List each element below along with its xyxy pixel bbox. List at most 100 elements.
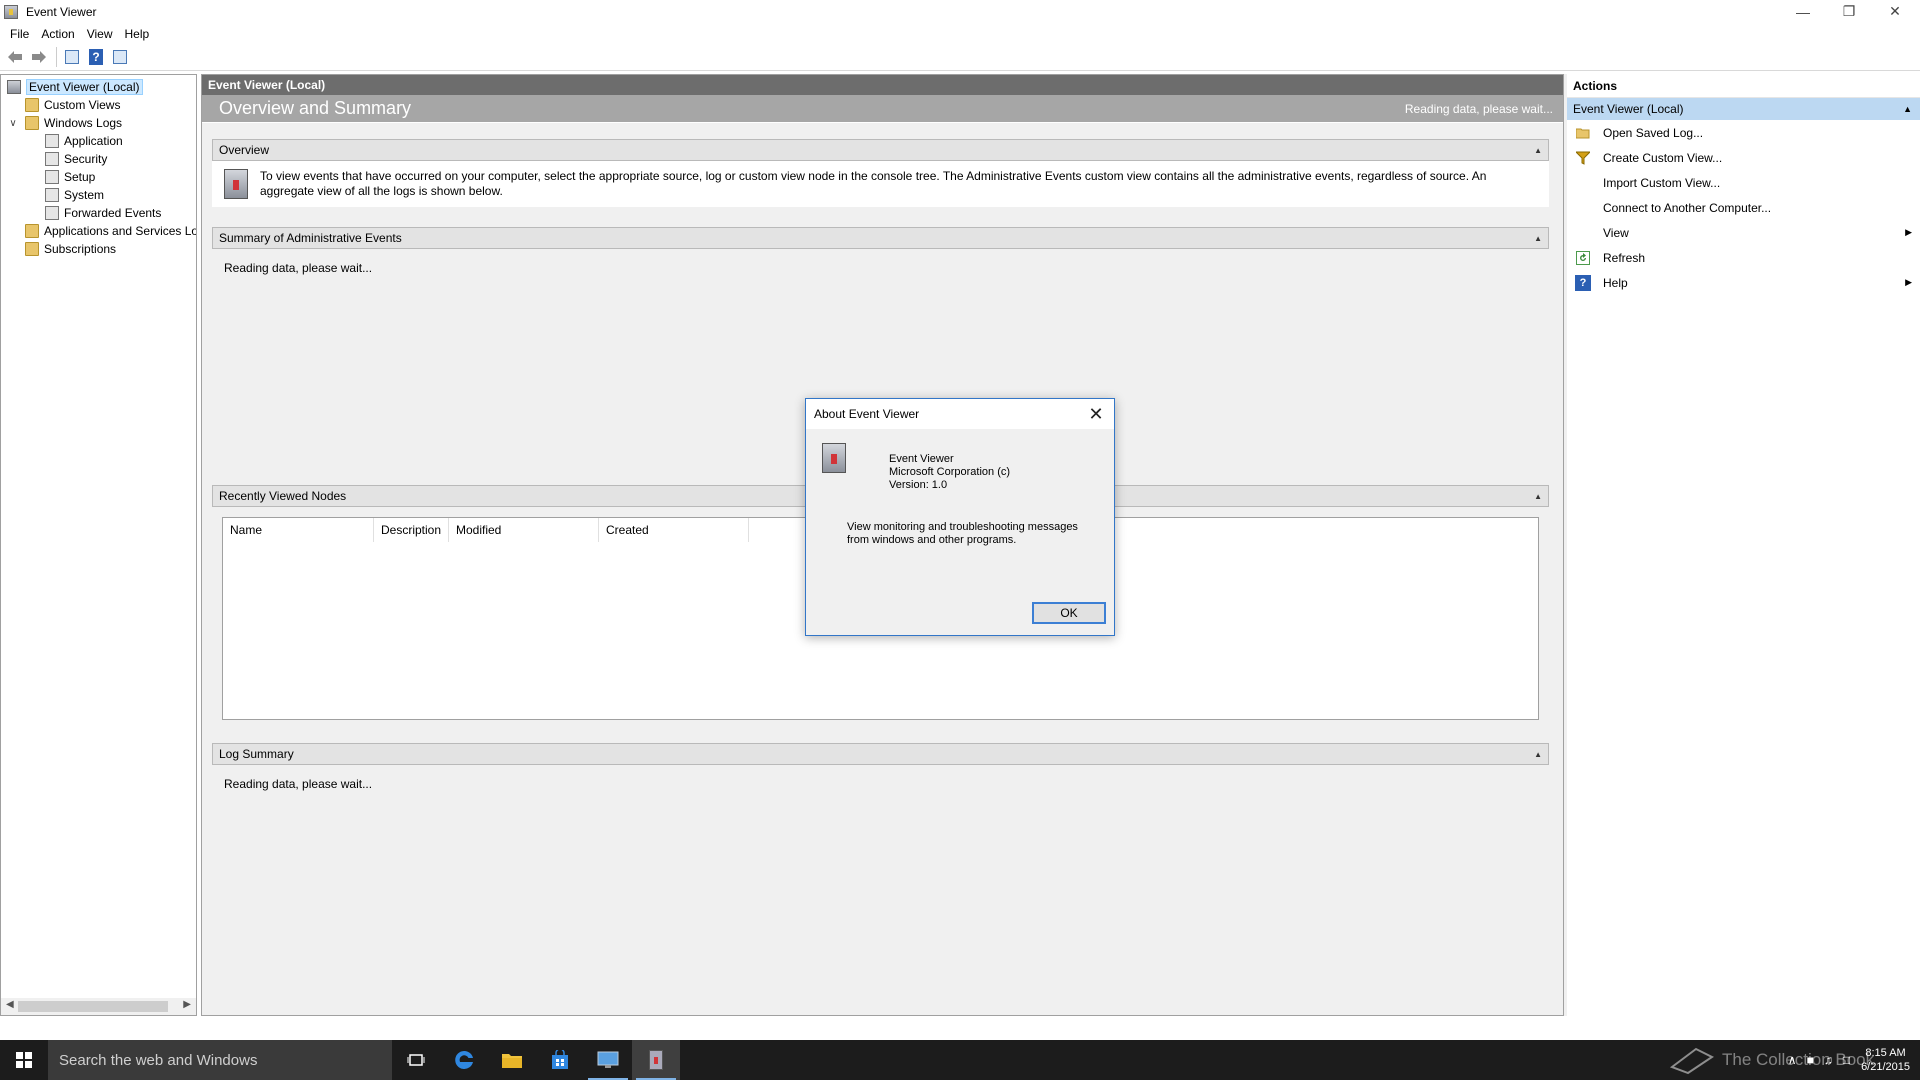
tree-item-custom-views[interactable]: Custom Views [25, 96, 120, 114]
chevron-down-icon[interactable]: ∨ [7, 118, 19, 129]
show-hide-action-pane-button[interactable] [109, 46, 131, 68]
toolbar: ? [0, 44, 1920, 71]
restore-button[interactable]: ❐ [1826, 0, 1872, 23]
action-label: View [1603, 225, 1629, 240]
action-open-saved-log[interactable]: Open Saved Log... [1567, 120, 1920, 145]
action-view[interactable]: View ▶ [1567, 220, 1920, 245]
tree-item-subscriptions[interactable]: Subscriptions [25, 240, 116, 258]
close-icon[interactable]: ✕ [1086, 404, 1106, 425]
collapse-icon[interactable]: ▲ [1534, 492, 1542, 501]
action-pane-icon [113, 50, 127, 64]
tree-item-event-viewer-local[interactable]: Event Viewer (Local) [7, 78, 143, 96]
taskbar-remote-app[interactable] [584, 1040, 632, 1080]
about-dialog: About Event Viewer ✕ Event Viewer Micros… [805, 398, 1115, 636]
menu-action[interactable]: Action [35, 27, 80, 41]
tree-item-system[interactable]: System [45, 186, 104, 204]
actions-header: Actions [1567, 74, 1920, 98]
column-name[interactable]: Name [223, 518, 374, 542]
tree-item-windows-logs[interactable]: ∨ Windows Logs [7, 114, 122, 132]
section-title: Log Summary [219, 747, 294, 761]
scroll-left-icon[interactable]: ◀ [6, 999, 14, 1010]
product-description: View monitoring and troubleshooting mess… [847, 521, 1078, 546]
dialog-title: About Event Viewer [814, 407, 920, 421]
window-title: Event Viewer [26, 4, 97, 19]
scrollbar-thumb[interactable] [18, 1001, 168, 1012]
action-refresh[interactable]: Refresh [1567, 245, 1920, 270]
show-hide-console-tree-button[interactable] [61, 46, 83, 68]
tree-item-label: System [64, 188, 105, 202]
console-tree-icon [65, 50, 79, 64]
tree-item-label: Security [64, 152, 108, 166]
taskbar-event-viewer[interactable] [632, 1040, 680, 1080]
taskbar-edge[interactable] [440, 1040, 488, 1080]
tree-item-applications-and-services-logs[interactable]: Applications and Services Lo [25, 222, 197, 240]
taskbar-store[interactable] [536, 1040, 584, 1080]
overview-summary-banner: Overview and Summary Reading data, pleas… [202, 95, 1563, 123]
refresh-icon [1575, 250, 1591, 266]
search-input[interactable]: Search the web and Windows [48, 1040, 392, 1080]
collapse-icon[interactable]: ▲ [1534, 146, 1542, 155]
folder-icon [25, 242, 39, 256]
tree-item-label: Forwarded Events [64, 206, 162, 220]
summary-section-header[interactable]: Summary of Administrative Events ▲ [212, 227, 1549, 249]
action-label: Create Custom View... [1603, 150, 1723, 165]
console-tree[interactable]: Event Viewer (Local) Custom Views ∨ Wind… [0, 74, 197, 1016]
close-button[interactable]: ✕ [1872, 0, 1918, 23]
action-connect-to-another-computer[interactable]: Connect to Another Computer... [1567, 195, 1920, 220]
tree-item-label: Event Viewer (Local) [26, 79, 143, 95]
computer-management-icon [597, 1051, 619, 1068]
submenu-arrow-icon: ▶ [1905, 277, 1912, 287]
overview-section-header[interactable]: Overview ▲ [212, 139, 1549, 161]
event-viewer-icon [4, 4, 18, 19]
action-import-custom-view[interactable]: Import Custom View... [1567, 170, 1920, 195]
start-button[interactable] [0, 1040, 48, 1080]
minimize-button[interactable]: — [1780, 0, 1826, 23]
menu-help[interactable]: Help [119, 27, 156, 41]
horizontal-scrollbar[interactable]: ◀ ▶ [1, 998, 196, 1015]
edge-icon [455, 1050, 473, 1069]
tree-item-forwarded-events[interactable]: Forwarded Events [45, 204, 161, 222]
column-description[interactable]: Description [374, 518, 449, 542]
collapse-icon[interactable]: ▲ [1534, 234, 1542, 243]
tree-item-label: Applications and Services Lo [44, 224, 197, 238]
collapse-icon[interactable]: ▲ [1903, 104, 1912, 114]
column-modified[interactable]: Modified [449, 518, 599, 542]
actions-group-header[interactable]: Event Viewer (Local) ▲ [1567, 98, 1920, 120]
forward-button[interactable] [28, 46, 50, 68]
scroll-right-icon[interactable]: ▶ [183, 999, 191, 1010]
task-view-icon [407, 1054, 425, 1066]
product-company: Microsoft Corporation (c) [889, 466, 1011, 478]
tree-item-security[interactable]: Security [45, 150, 107, 168]
log-icon [45, 170, 59, 184]
status-text: Reading data, please wait... [1404, 101, 1553, 116]
tree-item-label: Subscriptions [44, 242, 117, 256]
action-create-custom-view[interactable]: Create Custom View... [1567, 145, 1920, 170]
task-view-button[interactable] [392, 1040, 440, 1080]
dialog-title-bar: About Event Viewer ✕ [806, 399, 1114, 429]
action-label: Help [1603, 275, 1628, 290]
taskbar-file-explorer[interactable] [488, 1040, 536, 1080]
column-created[interactable]: Created [599, 518, 749, 542]
ok-button[interactable]: OK [1032, 602, 1106, 624]
help-button[interactable]: ? [85, 46, 107, 68]
event-viewer-icon [7, 80, 21, 94]
submenu-arrow-icon: ▶ [1905, 227, 1912, 237]
overview-section: Overview ▲ To view events that have occu… [212, 139, 1549, 207]
filter-icon [1575, 150, 1591, 166]
action-label: Open Saved Log... [1603, 125, 1704, 140]
action-help[interactable]: ? Help ▶ [1567, 270, 1920, 295]
event-viewer-icon [224, 169, 248, 199]
back-button[interactable] [4, 46, 26, 68]
collapse-icon[interactable]: ▲ [1534, 750, 1542, 759]
log-icon [45, 206, 59, 220]
menu-view[interactable]: View [81, 27, 119, 41]
log-summary-section-header[interactable]: Log Summary ▲ [212, 743, 1549, 765]
menu-file[interactable]: File [4, 27, 35, 41]
help-icon: ? [89, 49, 103, 65]
windows-logo-icon [16, 1052, 32, 1068]
watermark-text: The Collection Book [1722, 1050, 1875, 1069]
center-header: Event Viewer (Local) [202, 75, 1563, 95]
tree-item-setup[interactable]: Setup [45, 168, 95, 186]
tree-item-application[interactable]: Application [45, 132, 123, 150]
folder-icon [25, 224, 39, 238]
